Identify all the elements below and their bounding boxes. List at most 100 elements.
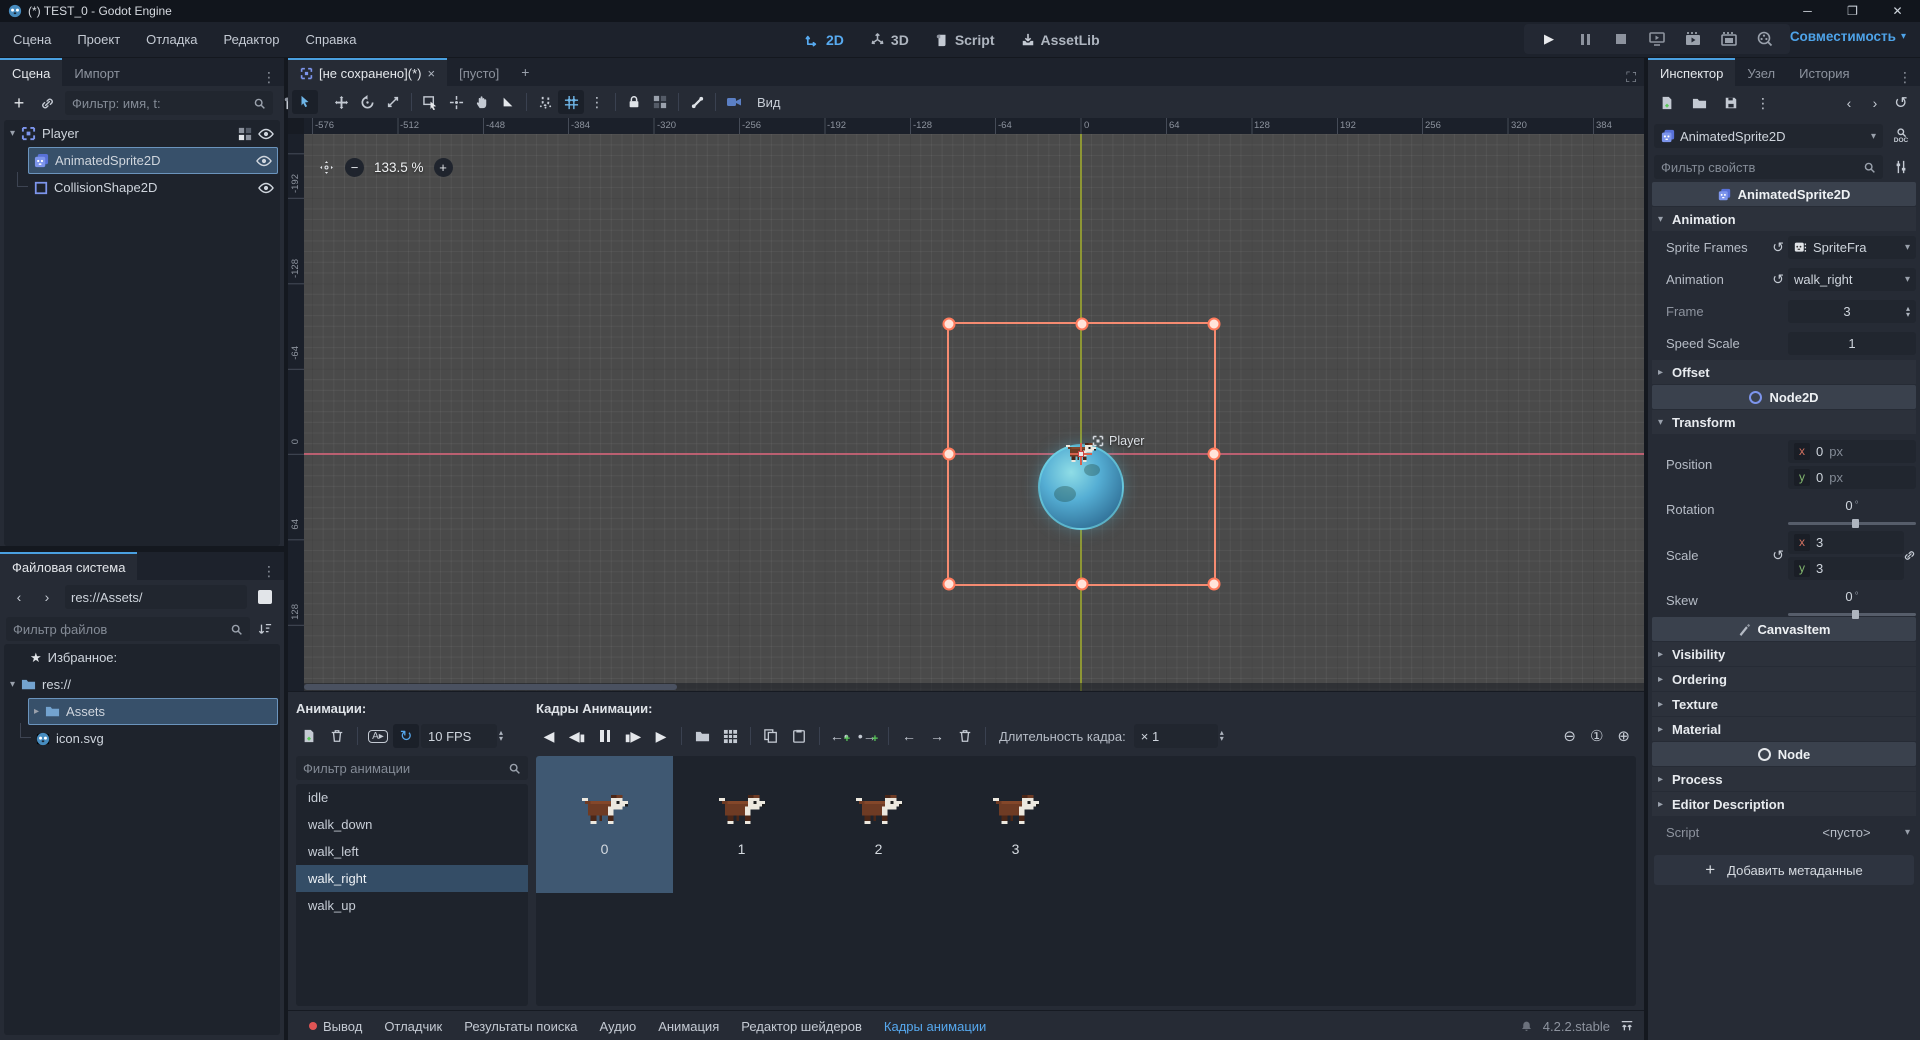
add-from-spritesheet-button[interactable] [717,724,743,748]
frames-zoom-reset-icon[interactable]: ① [1590,727,1603,745]
workspace-2d-button[interactable]: 2D [805,32,844,48]
loop-toggle-button[interactable]: ↻ [393,724,419,748]
delete-frame-button[interactable] [952,724,978,748]
load-resource-button[interactable] [1686,91,1712,115]
add-metadata-button[interactable]: + Добавить метаданные [1654,855,1914,885]
play-backwards-button[interactable]: ◀ [536,724,562,748]
speed-scale-value[interactable]: 1 [1788,332,1916,355]
workspace-script-button[interactable]: Script [935,32,995,48]
fps-field[interactable]: 10 FPS [421,724,497,748]
revert-icon[interactable]: ↺ [1772,271,1784,288]
fs-forward-button[interactable]: › [34,585,60,609]
rotation-value[interactable]: 0 ° [1788,494,1916,517]
resize-handle[interactable] [1208,318,1221,331]
resource-menu-icon[interactable]: ⋮ [1750,91,1776,115]
skeleton-options-button[interactable] [684,90,710,114]
frame-value[interactable]: 3 ▴▾ [1788,300,1916,323]
position-x-value[interactable]: x 0 px [1788,440,1916,463]
fs-filter-input[interactable] [13,617,225,641]
panel-sprite-frames[interactable]: Кадры анимации [873,1019,997,1034]
zoom-out-button[interactable]: − [345,158,364,177]
add-node-button[interactable]: + [6,91,32,115]
fs-back-button[interactable]: ‹ [6,585,32,609]
maximize-button[interactable]: ❐ [1830,0,1875,22]
tab-inspector[interactable]: Инспектор [1648,58,1735,86]
camera-override-button[interactable] [721,90,747,114]
scene-tab-unsaved[interactable]: [не сохранено](*) × [288,58,447,86]
insert-frame-before-button[interactable]: ←•+ [827,724,853,748]
notification-bell-icon[interactable] [1520,1020,1533,1033]
animation-filter-input[interactable] [303,756,503,780]
close-tab-icon[interactable]: × [427,66,435,81]
node-selector[interactable]: AnimatedSprite2D ▾ [1654,124,1883,148]
section-texture[interactable]: ▸Texture [1652,692,1916,716]
delete-animation-button[interactable] [324,724,350,748]
resize-handle[interactable] [943,448,956,461]
edit-history-icon[interactable]: ↺ [1888,91,1914,115]
grid-snap-button[interactable] [558,90,584,114]
section-process[interactable]: ▸Process [1652,767,1916,791]
resize-handle[interactable] [1208,578,1221,591]
tab-filesystem[interactable]: Файловая система [0,552,137,580]
step-forward-button[interactable]: ▮▶ [620,724,646,748]
ruler-tool-button[interactable] [495,90,521,114]
frame-tile-3[interactable]: 3 [947,756,1084,893]
revert-icon[interactable]: ↺ [1772,547,1784,564]
panel-shader-editor[interactable]: Редактор шейдеров [730,1019,873,1034]
scale-tool-button[interactable] [380,90,406,114]
section-material[interactable]: ▸Material [1652,717,1916,741]
lock-selected-button[interactable] [621,90,647,114]
panel-debugger[interactable]: Отладчик [373,1019,453,1034]
rotate-tool-button[interactable] [354,90,380,114]
move-frame-right-button[interactable]: → [924,724,950,748]
new-resource-button[interactable] [1654,91,1680,115]
menu-help[interactable]: Справка [293,32,370,47]
collapse-arrow-icon[interactable]: ▾ [10,679,15,690]
play-scene-button[interactable] [1680,27,1706,51]
select-tool-button[interactable] [292,90,318,114]
center-view-icon[interactable] [318,159,335,176]
workspace-3d-button[interactable]: 3D [870,32,909,48]
menu-editor[interactable]: Редактор [211,32,293,47]
fps-spinner[interactable]: ▴▾ [499,730,503,742]
scene-filter-input[interactable] [72,91,248,115]
fs-dock-menu-icon[interactable]: ⋮ [254,563,284,580]
play-frames-button[interactable]: ▶ [648,724,674,748]
fs-row-assets[interactable]: ▸ Assets [28,698,278,725]
smart-snap-button[interactable] [532,90,558,114]
paste-frame-button[interactable] [786,724,812,748]
revert-icon[interactable]: ↺ [1772,239,1784,256]
canvas-2d[interactable]: Player − 133.5 % + [304,134,1644,691]
resize-handle[interactable] [1075,318,1088,331]
tree-row-animatedsprite2d[interactable]: AnimatedSprite2D [28,147,278,174]
frames-zoom-out-icon[interactable]: ⊖ [1563,727,1576,745]
panel-audio[interactable]: Аудио [589,1019,648,1034]
insert-frame-after-button[interactable]: •→+ [855,724,881,748]
panel-output[interactable]: Вывод [298,1019,373,1034]
fs-sort-icon[interactable] [252,617,278,641]
snap-options-menu-icon[interactable]: ⋮ [584,90,610,114]
inspector-tools-icon[interactable] [1888,155,1914,179]
inspector-dock-menu-icon[interactable]: ⋮ [1890,69,1920,86]
group-selected-button[interactable] [647,90,673,114]
zoom-in-button[interactable]: + [434,158,453,177]
skew-value[interactable]: 0 ° [1788,585,1916,608]
tab-import[interactable]: Импорт [62,58,131,86]
frame-spinner[interactable]: ▴▾ [1906,306,1910,318]
autoplay-toggle-button[interactable]: A▸ [365,724,391,748]
section-animation[interactable]: ▾Animation [1652,207,1916,231]
move-frame-left-button[interactable]: ← [896,724,922,748]
play-custom-scene-button[interactable] [1716,27,1742,51]
position-y-value[interactable]: y 0 px [1788,466,1916,489]
scene-tab-empty[interactable]: [пусто] [447,58,511,86]
menu-project[interactable]: Проект [64,32,133,47]
minimize-button[interactable]: ─ [1785,0,1830,22]
zoom-level[interactable]: 133.5 % [374,160,424,175]
script-value[interactable]: <пусто> ▾ [1788,821,1916,844]
scrollbar-thumb[interactable] [304,684,677,690]
section-ordering[interactable]: ▸Ordering [1652,667,1916,691]
frame-tile-1[interactable]: 1 [673,756,810,893]
skew-slider[interactable] [1788,613,1916,616]
animation-value[interactable]: walk_right ▾ [1788,268,1916,291]
menu-debug[interactable]: Отладка [133,32,210,47]
